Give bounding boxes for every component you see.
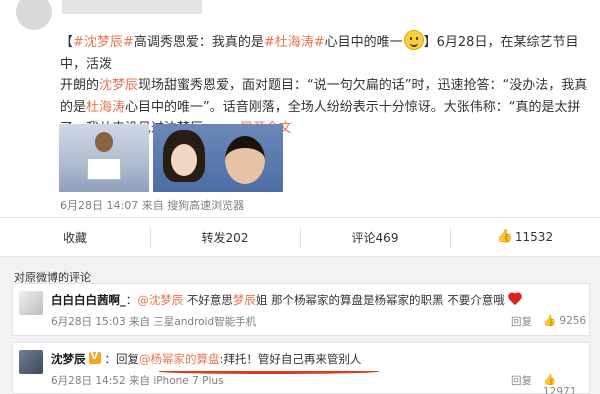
repost-button[interactable]: 转发202 bbox=[150, 218, 300, 256]
comment-item: 沈梦辰：回复@杨幂家的算盘:拜托！管好自己再来管别人 6月28日 14:52 来… bbox=[12, 342, 590, 394]
like-count: 11532 bbox=[514, 230, 554, 244]
comment-body: 白白白白茜啊_：@沈梦辰 不好意思梦辰姐 那个杨幂家的算盘是杨幂家的职黑 不要介… bbox=[51, 292, 523, 308]
post-source: 6月28日 14:07 来自 搜狗高速浏览器 bbox=[60, 199, 245, 212]
reply-button[interactable]: 回复 bbox=[511, 373, 532, 388]
post-text-part: 【 bbox=[60, 35, 74, 50]
comment-text: 不好意思 bbox=[186, 293, 233, 307]
weibo-post: 【#沈梦辰#高调秀恩爱：我真的是#杜海涛#心目中的唯一 】6月28日，在某综艺节目… bbox=[0, 0, 600, 217]
comment-meta: 6月28日 15:03 来自 三星android智能手机 bbox=[51, 316, 257, 328]
photo-figure-face bbox=[171, 144, 197, 176]
comment-highlight: 梦辰 bbox=[232, 293, 256, 307]
smile-emoji-icon bbox=[403, 30, 424, 50]
reply-button[interactable]: 回复 bbox=[511, 314, 532, 329]
mention-duhaitao[interactable]: 杜海涛 bbox=[86, 100, 125, 115]
photo-figure bbox=[225, 136, 265, 184]
like-button[interactable]: 👍 11532 bbox=[450, 218, 600, 256]
comment-item: 白白白白茜啊_：@沈梦辰 不好意思梦辰姐 那个杨幂家的算盘是杨幂家的职黑 不要介… bbox=[12, 283, 590, 336]
hashtag-duhaitao[interactable]: #杜海涛# bbox=[264, 35, 325, 50]
commenter-name[interactable]: 沈梦辰 bbox=[51, 352, 86, 366]
comment-mention[interactable]: @沈梦辰 bbox=[137, 293, 183, 307]
post-text-part: 开朗的 bbox=[60, 78, 100, 93]
photo-sign bbox=[87, 158, 121, 180]
comment-like-button[interactable]: 👍 9256 bbox=[543, 314, 586, 327]
comment-meta: 6月28日 14:52 来自 iPhone 7 Plus bbox=[51, 375, 224, 387]
comment-like-count: 9256 bbox=[559, 315, 587, 327]
reply-prefix: 回复 bbox=[116, 352, 139, 366]
post-text-part: 高调秀恩爱：我真的是 bbox=[133, 35, 264, 50]
poster-name-blurred bbox=[62, 0, 202, 14]
comment-button[interactable]: 评论469 bbox=[300, 218, 450, 256]
photo-figure bbox=[95, 132, 113, 152]
commenter-avatar[interactable] bbox=[19, 291, 43, 315]
comment-mention[interactable]: @杨幂家的算盘 bbox=[139, 352, 220, 366]
mention-shenmengchen[interactable]: 沈梦辰 bbox=[99, 78, 138, 93]
comment-like-count: 12971 bbox=[543, 386, 577, 394]
post-photo-2[interactable] bbox=[153, 124, 283, 192]
favorite-button[interactable]: 收藏 bbox=[0, 218, 150, 256]
thumbs-up-icon: 👍 bbox=[543, 315, 560, 327]
heart-emoji-icon bbox=[509, 293, 523, 306]
comment-body: 沈梦辰 ：回复@杨幂家的算盘:拜托！管好自己再来管别人 bbox=[51, 351, 379, 374]
comment-text: :拜托！管好自己再来管别人 bbox=[219, 352, 362, 366]
comment-separator: ： bbox=[125, 293, 138, 307]
comments-section: 对原微博的评论 白白白白茜啊_：@沈梦辰 不好意思梦辰姐 那个杨幂家的算盘是杨幂… bbox=[0, 257, 600, 394]
comment-label: 评论469 bbox=[351, 230, 399, 245]
post-action-bar: 收藏 转发202 评论469 👍 11532 bbox=[0, 217, 600, 257]
comment-text: 姐 那个杨幂家的算盘是杨幂家的职黑 不要介意哦 bbox=[255, 293, 505, 307]
thumbs-up-icon: 👍 bbox=[496, 229, 514, 244]
verified-badge-icon bbox=[88, 351, 101, 364]
commenter-name[interactable]: 白白白白茜啊_ bbox=[51, 293, 126, 307]
thumbs-up-icon: 👍 bbox=[543, 374, 557, 386]
comment-like-button[interactable]: 👍 12971 bbox=[543, 373, 589, 394]
post-photo-1[interactable] bbox=[59, 124, 149, 192]
comment-separator: ： bbox=[104, 352, 117, 366]
hashtag-shenmengchen[interactable]: #沈梦辰# bbox=[73, 35, 134, 50]
post-text-part: 心目中的唯一 bbox=[324, 35, 403, 50]
commenter-avatar[interactable] bbox=[19, 350, 43, 374]
favorite-label: 收藏 bbox=[62, 230, 87, 245]
repost-label: 转发202 bbox=[201, 230, 249, 245]
poster-avatar[interactable] bbox=[16, 0, 52, 30]
